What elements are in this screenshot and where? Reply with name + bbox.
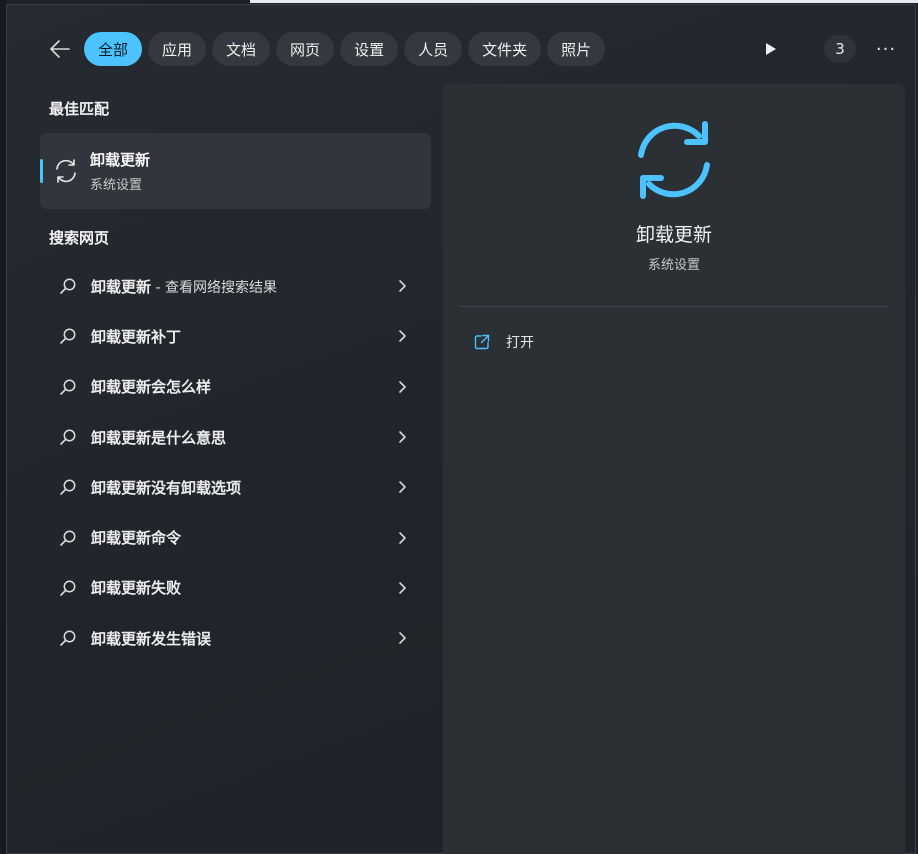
play-button[interactable] [760,38,782,60]
back-button[interactable] [42,32,78,66]
top-strip [250,0,918,3]
sync-icon [629,120,719,200]
search-suggestion-label: 卸载更新发生错误 [91,628,211,649]
detail-pane: 卸载更新 系统设置 打开 [443,84,905,854]
search-suggestion-label: 卸载更新失败 [91,577,181,598]
chevron-right-icon [396,279,408,293]
open-action-label: 打开 [506,332,534,352]
best-match-title: 卸载更新 [90,149,150,170]
search-suggestion-label: 卸载更新是什么意思 [91,427,226,448]
filter-chip-people[interactable]: 人员 [404,32,462,66]
best-match-item[interactable]: 卸载更新 系统设置 [40,133,431,209]
play-icon [765,42,777,56]
web-search-heading: 搜索网页 [49,227,109,248]
open-external-icon [473,333,491,351]
chevron-right-icon [396,581,408,595]
chevron-right-icon [396,430,408,444]
filter-chip-documents[interactable]: 文档 [212,32,270,66]
divider [459,306,889,307]
more-options-button[interactable]: ··· [870,34,902,64]
best-match-heading: 最佳匹配 [49,98,109,119]
filter-chip-apps[interactable]: 应用 [148,32,206,66]
list-item[interactable]: 卸载更新命令 [40,512,431,562]
rewards-count-badge[interactable]: 3 [824,35,856,63]
chevron-right-icon [396,480,408,494]
search-icon [59,478,77,496]
detail-title: 卸载更新 [443,220,905,247]
search-icon [59,277,77,295]
list-item[interactable]: 卸载更新发生错误 [40,613,431,663]
chevron-right-icon [396,531,408,545]
filter-chip-folders[interactable]: 文件夹 [468,32,541,66]
search-suggestion-label: 卸载更新 - 查看网络搜索结果 [91,276,277,297]
best-match-subtitle: 系统设置 [90,174,142,193]
list-item[interactable]: 卸载更新没有卸载选项 [40,462,431,512]
filter-chip-all[interactable]: 全部 [84,32,142,66]
filter-chip-web[interactable]: 网页 [276,32,334,66]
sync-icon [52,157,80,185]
search-suggestion-label: 卸载更新命令 [91,527,181,548]
chevron-right-icon [396,380,408,394]
list-item[interactable]: 卸载更新是什么意思 [40,412,431,462]
list-item[interactable]: 卸载更新补丁 [40,311,431,361]
search-icon [59,327,77,345]
search-suggestion-label: 卸载更新补丁 [91,326,181,347]
search-suggestion-label: 卸载更新会怎么样 [91,376,211,397]
web-search-list: 卸载更新 - 查看网络搜索结果 卸载更新补丁 卸载更新会怎么样 卸载更新是什么意… [40,261,431,663]
list-item[interactable]: 卸载更新会怎么样 [40,362,431,412]
filter-bar: 全部 应用 文档 网页 设置 人员 文件夹 照片 [42,31,611,67]
chevron-right-icon [396,329,408,343]
arrow-left-icon [50,40,70,58]
chevron-right-icon [396,631,408,645]
search-icon [59,378,77,396]
list-item[interactable]: 卸载更新 - 查看网络搜索结果 [40,261,431,311]
search-icon [59,529,77,547]
open-action[interactable]: 打开 [473,330,534,354]
list-item[interactable]: 卸载更新失败 [40,563,431,613]
search-icon [59,629,77,647]
selection-indicator [40,159,43,183]
detail-subtitle: 系统设置 [443,254,905,273]
search-icon [59,579,77,597]
filter-chip-settings[interactable]: 设置 [340,32,398,66]
search-suggestion-label: 卸载更新没有卸载选项 [91,477,241,498]
filter-chip-photos[interactable]: 照片 [547,32,605,66]
search-icon [59,428,77,446]
